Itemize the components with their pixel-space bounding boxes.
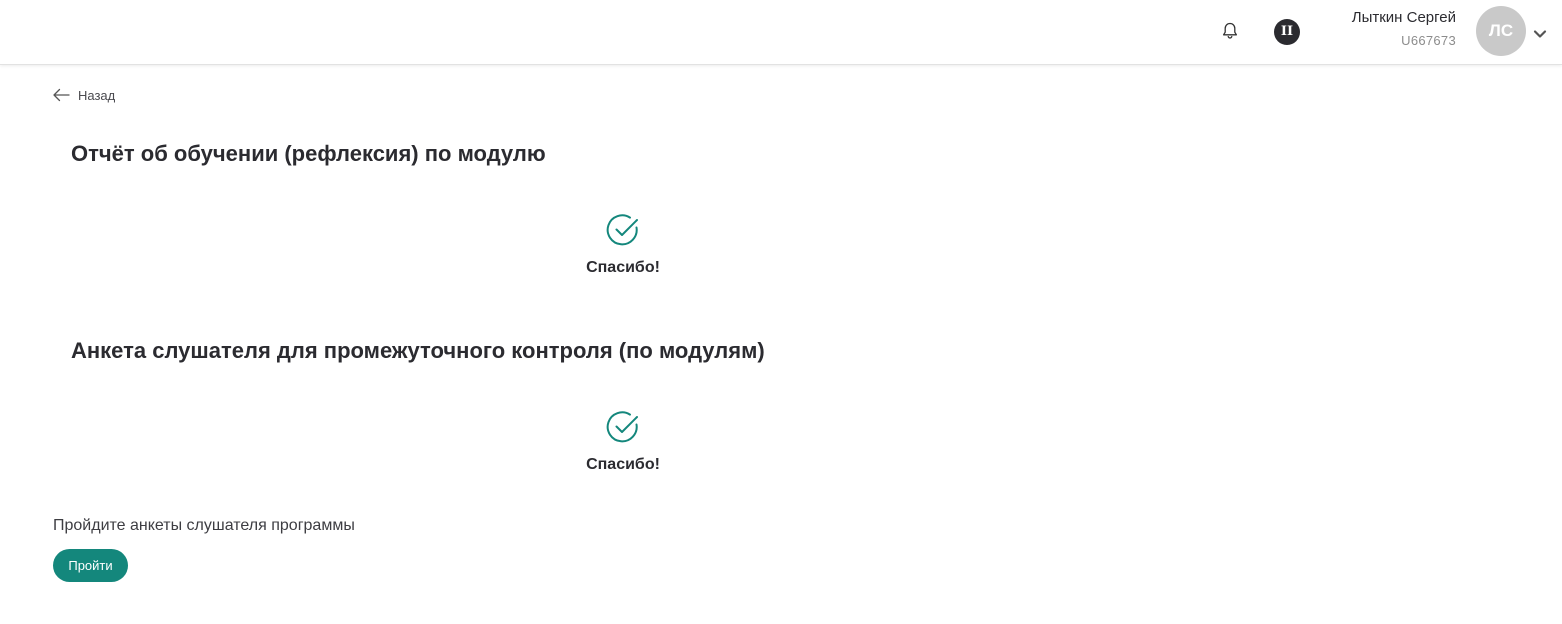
user-name: Лыткин Сергей [1351, 9, 1456, 26]
avatar[interactable]: ЛС [1476, 6, 1526, 56]
top-header: II Лыткин Сергей U667673 ЛС [0, 0, 1562, 65]
section-title-listener-survey: Анкета слушателя для промежуточного конт… [71, 338, 765, 363]
start-survey-button[interactable]: Пройти [53, 549, 128, 582]
ii-badge[interactable]: II [1274, 19, 1300, 45]
status-thanks: Спасибо! [586, 456, 660, 473]
bell-icon[interactable] [1220, 21, 1240, 41]
user-id: U667673 [1401, 33, 1456, 48]
check-circle-icon [606, 410, 640, 444]
status-thanks: Спасибо! [586, 259, 660, 276]
survey-prompt: Пройдите анкеты слушателя программы [53, 517, 355, 534]
back-label: Назад [78, 87, 116, 103]
section-title-reflection-report: Отчёт об обучении (рефлексия) по модулю [71, 141, 546, 166]
arrow-left-icon [53, 88, 70, 102]
back-link[interactable]: Назад [52, 85, 115, 105]
chevron-down-icon[interactable] [1533, 25, 1547, 38]
check-circle-icon [606, 213, 640, 247]
